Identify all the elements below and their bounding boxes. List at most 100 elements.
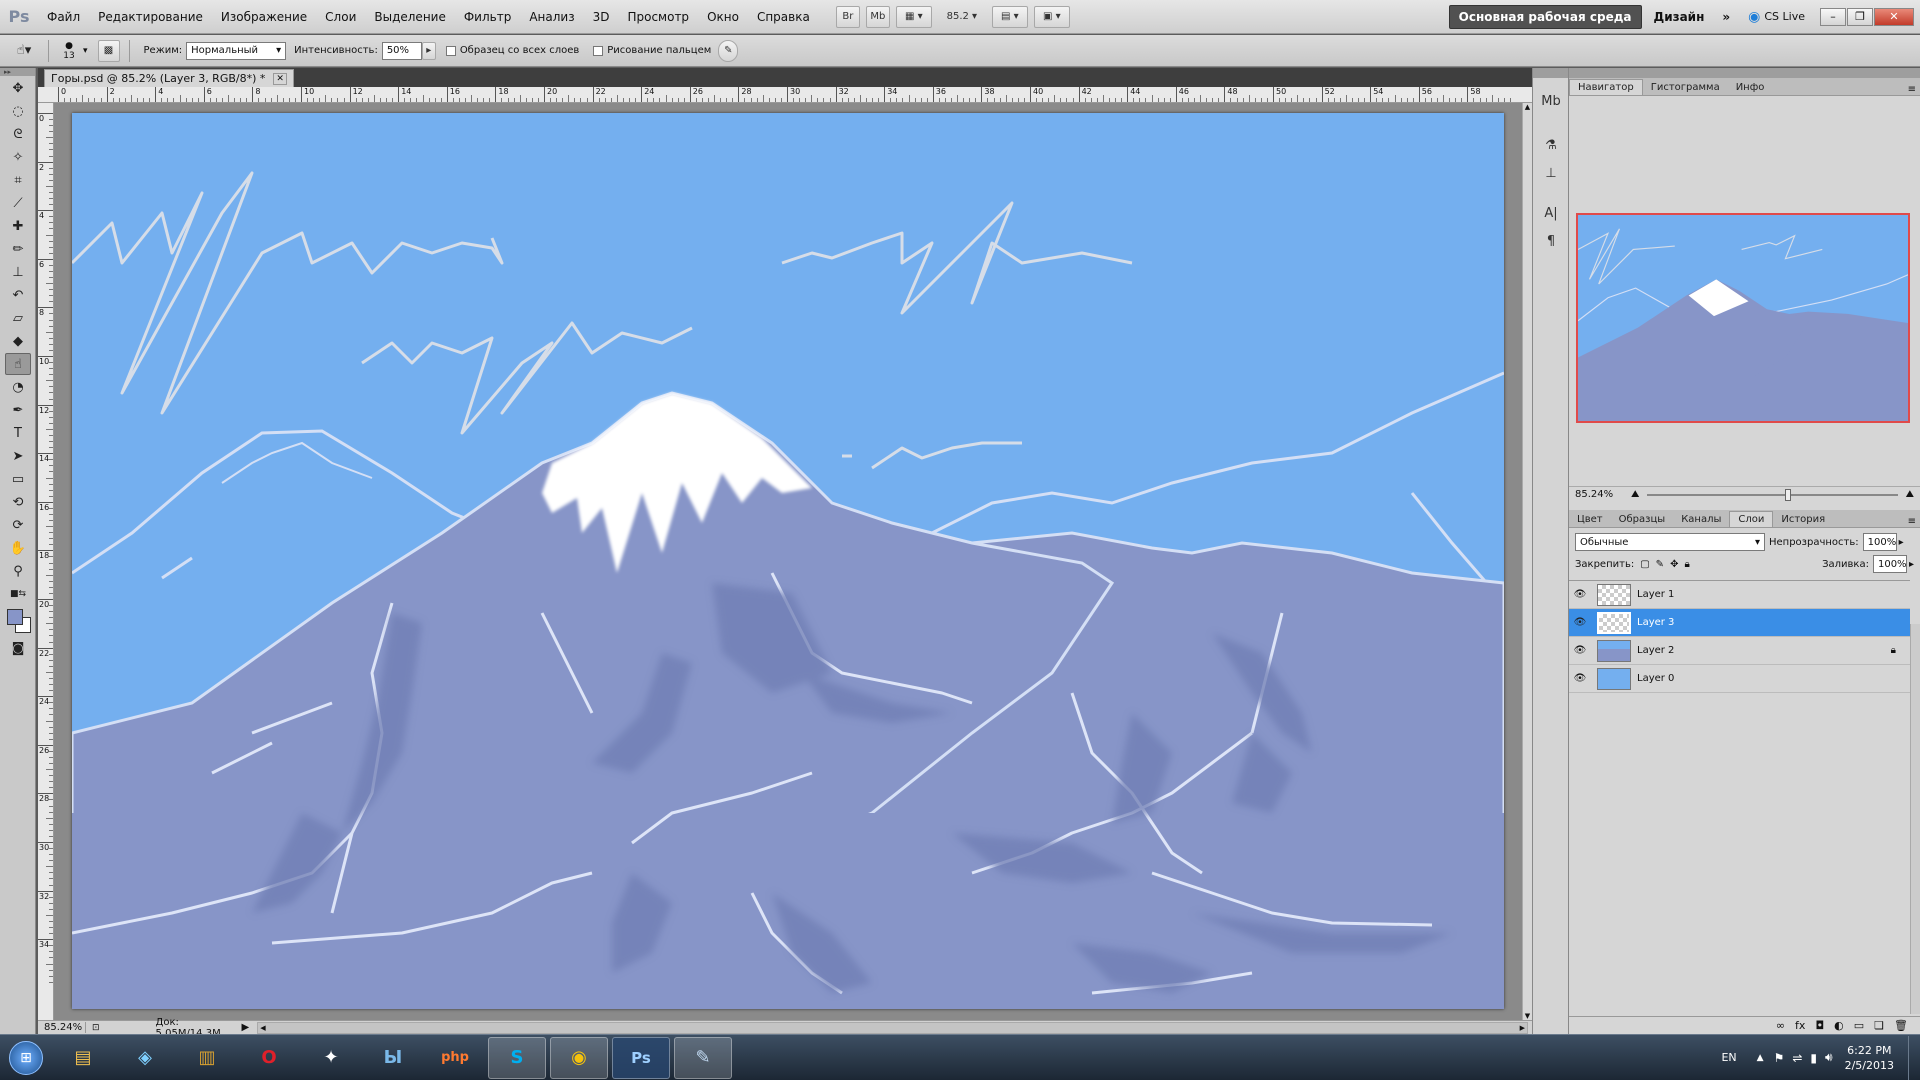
zoom-out-icon[interactable]: ⛰	[1631, 489, 1639, 500]
adjustment-layer-icon[interactable]: ◐	[1834, 1019, 1844, 1032]
menu-help[interactable]: Справка	[748, 0, 819, 34]
tab-channels[interactable]: Каналы	[1673, 512, 1729, 527]
delete-layer-icon[interactable]: 🗑︎	[1894, 1019, 1908, 1032]
paint-tool-icon[interactable]: ✎	[674, 1036, 732, 1079]
menu-file[interactable]: Файл	[38, 0, 89, 34]
action-center-icon[interactable]: ⚑	[1774, 1051, 1785, 1065]
panel-menu-icon[interactable]: ≡	[1904, 84, 1920, 95]
php-designer-icon[interactable]: php	[426, 1037, 484, 1079]
menu-analysis[interactable]: Анализ	[520, 0, 583, 34]
menu-window[interactable]: Окно	[698, 0, 748, 34]
windows-explorer-icon[interactable]: ▤	[54, 1037, 112, 1079]
tab-info[interactable]: Инфо	[1728, 80, 1773, 95]
new-layer-icon[interactable]: ❏	[1874, 1019, 1884, 1032]
blend-mode-select[interactable]: Обычные ▾	[1575, 533, 1765, 551]
language-indicator[interactable]: EN	[1721, 1051, 1736, 1064]
minimize-button[interactable]: –	[1820, 7, 1846, 26]
scroll-right-icon[interactable]: ▶	[1520, 1024, 1525, 1032]
layers-scrollbar[interactable]	[1910, 624, 1920, 1014]
winrar-icon[interactable]: ▥	[178, 1037, 236, 1079]
usb-device-icon[interactable]: ⇌	[1792, 1051, 1802, 1065]
finger-painting-checkbox[interactable]	[593, 45, 604, 56]
lock-all-icon[interactable]: 🔒︎	[1684, 559, 1689, 570]
eye-icon[interactable]: 👁︎	[1569, 617, 1591, 628]
eraser-tool-icon[interactable]: ▱	[5, 307, 31, 329]
layer-row[interactable]: 👁︎ Layer 0	[1569, 665, 1910, 693]
type-tool-icon[interactable]: T	[5, 422, 31, 444]
navigator-thumbnail[interactable]	[1576, 213, 1910, 423]
zoom-slider-thumb[interactable]	[1785, 488, 1791, 501]
dreamweaver-icon[interactable]: Ы	[364, 1037, 422, 1079]
panels-grip[interactable]	[1569, 68, 1920, 78]
intensity-input[interactable]: 50%	[381, 41, 422, 60]
menu-layers[interactable]: Слои	[316, 0, 365, 34]
opacity-input[interactable]: 100%	[1862, 533, 1897, 551]
start-button[interactable]: ⊞	[0, 1036, 52, 1080]
status-zoom[interactable]: 85.24%	[38, 1022, 86, 1033]
layer-row[interactable]: 👁︎ Layer 1	[1569, 581, 1910, 609]
show-desktop-button[interactable]	[1908, 1035, 1920, 1080]
view-extras-button[interactable]: ▦ ▾	[895, 5, 932, 28]
menu-edit[interactable]: Редактирование	[89, 0, 212, 34]
layers-panel-menu-icon[interactable]: ≡	[1904, 516, 1920, 527]
brush-panel-toggle[interactable]: ▩	[97, 39, 120, 62]
restore-button[interactable]: ❐	[1847, 7, 1873, 26]
intensity-slider-button[interactable]: ▸	[421, 41, 436, 60]
image-canvas[interactable]	[72, 113, 1504, 1009]
tab-layers[interactable]: Слои	[1729, 511, 1774, 527]
foobar-icon[interactable]: ✦	[302, 1037, 360, 1079]
mini-bridge-panel-icon[interactable]: Mb	[1538, 90, 1564, 112]
zoom-level-dropdown[interactable]: 85.2 ▾	[938, 6, 986, 28]
clone-source-icon[interactable]: ⊥	[1538, 162, 1564, 184]
brush-tool-icon[interactable]: ✏	[5, 238, 31, 260]
show-hidden-icons[interactable]: ▲	[1757, 1053, 1764, 1063]
dodge-tool-icon[interactable]: ◔	[5, 376, 31, 398]
zoom-tool-icon[interactable]: ⚲	[5, 560, 31, 582]
sample-all-layers-checkbox[interactable]	[445, 45, 456, 56]
design-workspace-link[interactable]: Дизайн	[1642, 10, 1717, 24]
skype-icon[interactable]: S	[488, 1036, 546, 1079]
close-document-icon[interactable]: ✕	[273, 72, 287, 85]
layer-row[interactable]: 👁︎ Layer 3	[1569, 609, 1910, 637]
clock[interactable]: 6:22 PM 2/5/2013	[1845, 1043, 1894, 1073]
menu-select[interactable]: Выделение	[365, 0, 454, 34]
eye-icon[interactable]: 👁︎	[1569, 673, 1591, 684]
brush-picker[interactable]: ● 13	[55, 41, 83, 61]
add-mask-icon[interactable]: ◘	[1815, 1019, 1824, 1032]
lock-image-icon[interactable]: ✎	[1656, 559, 1664, 570]
brush-picker-arrow-icon[interactable]: ▾	[83, 46, 88, 56]
bridge-button[interactable]: Br	[835, 5, 860, 28]
paint-program-icon[interactable]: ◈	[116, 1037, 174, 1079]
volume-icon[interactable]: 🔊︎	[1825, 1050, 1833, 1065]
vertical-scrollbar[interactable]: ▲ ▼	[1522, 103, 1532, 1020]
eyedropper-tool-icon[interactable]: ⟋	[5, 192, 31, 214]
character-panel-icon[interactable]: A|	[1538, 202, 1564, 224]
tab-history[interactable]: История	[1773, 512, 1833, 527]
mini-bridge-button[interactable]: Mb	[865, 5, 890, 28]
path-selection-tool-icon[interactable]: ➤	[5, 445, 31, 467]
pen-tool-icon[interactable]: ✒	[5, 399, 31, 421]
brush-presets-icon[interactable]: ⚗	[1538, 134, 1564, 156]
tool-preset-picker[interactable]: ☝ ▾	[11, 40, 37, 62]
opacity-slider-icon[interactable]: ▸	[1899, 537, 1904, 548]
opera-icon[interactable]: O	[240, 1037, 298, 1079]
paragraph-panel-icon[interactable]: ¶	[1538, 230, 1564, 252]
tab-color[interactable]: Цвет	[1569, 512, 1611, 527]
layer-row[interactable]: 👁︎ Layer 2 🔒︎	[1569, 637, 1910, 665]
3d-orbit-tool-icon[interactable]: ⟳	[5, 514, 31, 536]
fill-input[interactable]: 100%	[1872, 555, 1907, 573]
scroll-down-icon[interactable]: ▼	[1523, 1012, 1532, 1020]
quick-selection-tool-icon[interactable]: ✧	[5, 146, 31, 168]
chrome-icon[interactable]: ◉	[550, 1036, 608, 1079]
arrange-documents-button[interactable]: ▤ ▾	[991, 5, 1028, 28]
tab-swatches[interactable]: Образцы	[1611, 512, 1674, 527]
document-tab[interactable]: Горы.psd @ 85.2% (Layer 3, RGB/8*) * ✕	[44, 69, 294, 87]
lock-transparency-icon[interactable]: ▢	[1640, 559, 1649, 570]
cs-live-button[interactable]: CS Live	[1764, 10, 1805, 23]
screen-mode-button[interactable]: ▣ ▾	[1033, 5, 1070, 28]
workspace-button[interactable]: Основная рабочая среда	[1448, 4, 1642, 29]
navigator-zoom-slider[interactable]	[1647, 488, 1898, 501]
swap-colors-icon[interactable]: ■⇆	[5, 583, 31, 605]
tab-histogram[interactable]: Гистограмма	[1643, 80, 1728, 95]
menu-view[interactable]: Просмотр	[618, 0, 698, 34]
